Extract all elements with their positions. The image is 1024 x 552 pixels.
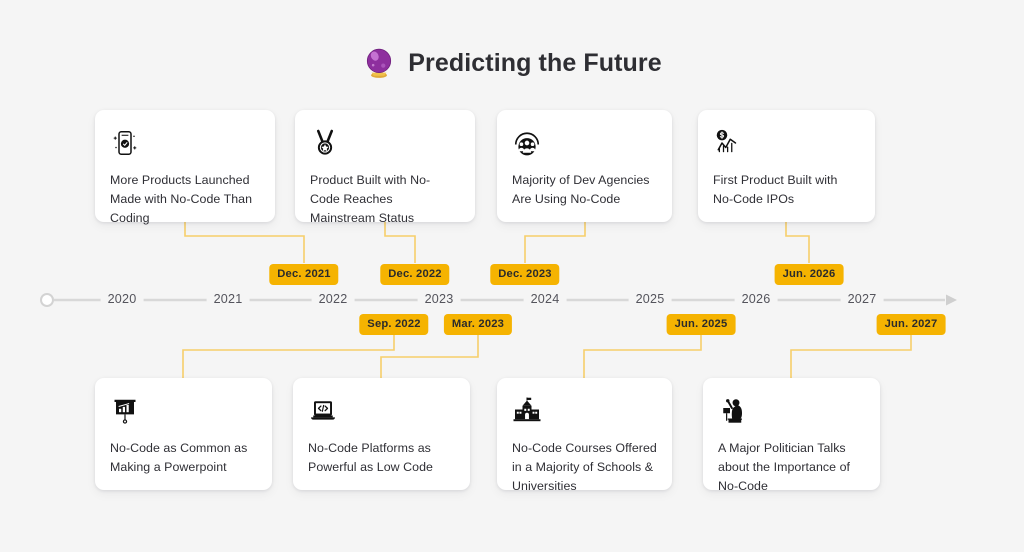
laptop-code-icon — [311, 401, 335, 420]
event-card-text: Majority of Dev Agencies Are Using No-Co… — [512, 173, 650, 206]
presentation-chart-icon — [114, 399, 136, 424]
event-card-top-3[interactable]: Majority of Dev Agencies Are Using No-Co… — [497, 110, 672, 222]
date-badge-jun-2026[interactable]: Jun. 2026 — [774, 264, 844, 285]
axis-year-2027: 2027 — [840, 292, 884, 306]
date-badge-sep-2022[interactable]: Sep. 2022 — [359, 314, 429, 335]
timeline-axis — [40, 292, 970, 308]
date-badge-jun-2025[interactable]: Jun. 2025 — [666, 314, 736, 335]
axis-year-2022: 2022 — [311, 292, 355, 306]
event-card-bottom-3[interactable]: No-Code Courses Offered in a Majority of… — [497, 378, 672, 493]
medal-icon — [316, 129, 334, 155]
school-building-icon — [513, 397, 541, 422]
event-card-bottom-2[interactable]: No-Code Platforms as Powerful as Low Cod… — [293, 378, 470, 490]
mobile-phone-icon — [113, 131, 137, 155]
event-card-text: Product Built with No-Code Reaches Mains… — [310, 173, 431, 225]
axis-year-2021: 2021 — [206, 292, 250, 306]
event-card-text: First Product Built with No-Code IPOs — [713, 173, 838, 206]
infographic-canvas: Predicting the Future More Products Laun… — [0, 0, 1024, 552]
event-card-bottom-1[interactable]: No-Code as Common as Making a Powerpoint — [95, 378, 272, 490]
axis-year-2024: 2024 — [523, 292, 567, 306]
event-card-top-2[interactable]: Product Built with No-Code Reaches Mains… — [295, 110, 475, 225]
axis-year-2020: 2020 — [100, 292, 144, 306]
event-card-top-1[interactable]: More Products Launched Made with No-Code… — [95, 110, 275, 225]
date-badge-mar-2023[interactable]: Mar. 2023 — [443, 314, 513, 335]
date-badge-dec-2021[interactable]: Dec. 2021 — [269, 264, 339, 285]
event-card-text: No-Code Courses Offered in a Majority of… — [512, 441, 657, 493]
politician-speaker-icon — [723, 399, 742, 423]
event-card-text: No-Code Platforms as Powerful as Low Cod… — [308, 441, 433, 474]
event-card-top-4[interactable]: First Product Built with No-Code IPOs — [698, 110, 875, 222]
axis-year-2025: 2025 — [628, 292, 672, 306]
axis-year-2023: 2023 — [417, 292, 461, 306]
date-badge-dec-2022[interactable]: Dec. 2022 — [380, 264, 450, 285]
axis-year-2026: 2026 — [734, 292, 778, 306]
event-card-text: No-Code as Common as Making a Powerpoint — [110, 441, 248, 474]
date-badge-dec-2023[interactable]: Dec. 2023 — [490, 264, 560, 285]
crystal-ball-icon — [367, 48, 392, 78]
event-card-text: More Products Launched Made with No-Code… — [110, 173, 253, 225]
dollar-chart-icon — [716, 129, 737, 153]
title-label: Predicting the Future — [408, 48, 662, 77]
page-title: Predicting the Future — [0, 46, 1024, 80]
event-card-bottom-4[interactable]: A Major Politician Talks about the Impor… — [703, 378, 880, 493]
event-card-text: A Major Politician Talks about the Impor… — [718, 441, 851, 493]
date-badge-jun-2027[interactable]: Jun. 2027 — [876, 314, 946, 335]
people-group-icon — [514, 132, 540, 156]
